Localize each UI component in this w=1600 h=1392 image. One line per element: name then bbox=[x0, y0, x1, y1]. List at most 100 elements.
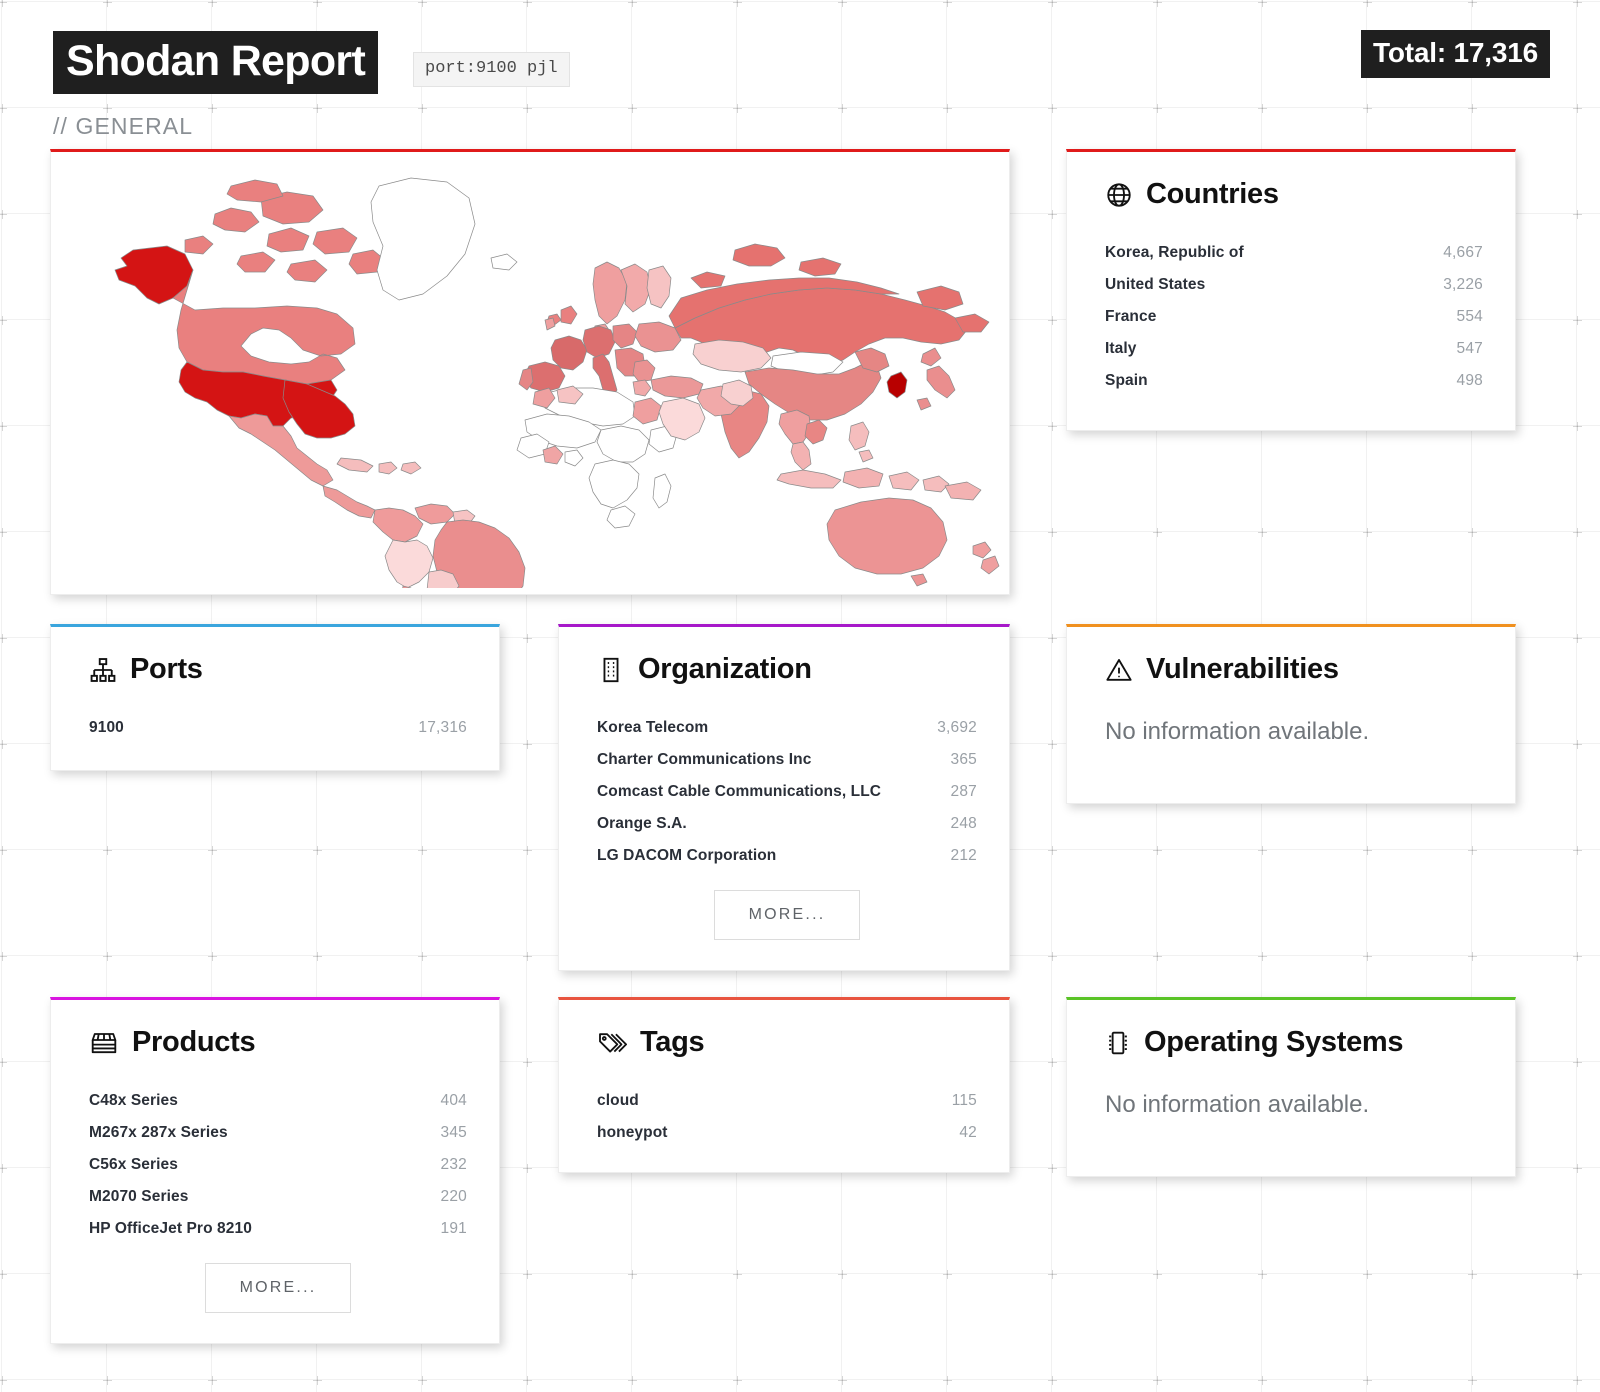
store-icon bbox=[89, 1029, 119, 1057]
countries-card: Countries Korea, Republic of 4,667 Unite… bbox=[1066, 149, 1516, 431]
operating-systems-card-title: Operating Systems bbox=[1144, 1026, 1403, 1059]
list-item[interactable]: 9100 17,316 bbox=[89, 712, 467, 744]
operating-systems-empty-message: No information available. bbox=[1105, 1085, 1483, 1121]
section-slashes: // bbox=[53, 113, 68, 139]
products-card-title: Products bbox=[132, 1026, 255, 1059]
tags-list: cloud 115 honeypot 42 bbox=[597, 1085, 977, 1149]
list-item[interactable]: HP OfficeJet Pro 8210 191 bbox=[89, 1213, 467, 1245]
ports-list: 9100 17,316 bbox=[89, 712, 467, 744]
section-heading-label: GENERAL bbox=[75, 113, 193, 139]
products-card: Products C48x Series 404 M267x 287x Seri… bbox=[50, 997, 500, 1344]
organization-name: LG DACOM Corporation bbox=[597, 847, 776, 865]
organization-name: Comcast Cable Communications, LLC bbox=[597, 783, 881, 801]
country-count: 3,226 bbox=[1443, 276, 1483, 294]
globe-icon bbox=[1105, 181, 1133, 209]
product-name: C56x Series bbox=[89, 1156, 178, 1174]
organization-more-button[interactable]: MORE... bbox=[714, 890, 861, 940]
vulnerabilities-card-title: Vulnerabilities bbox=[1146, 653, 1339, 686]
organization-count: 287 bbox=[951, 783, 977, 801]
organization-card-header: Organization bbox=[597, 653, 977, 686]
country-count: 498 bbox=[1457, 372, 1483, 390]
organization-name: Charter Communications Inc bbox=[597, 751, 811, 769]
port-count: 17,316 bbox=[418, 719, 467, 737]
countries-card-header: Countries bbox=[1105, 178, 1483, 211]
product-count: 232 bbox=[441, 1156, 467, 1174]
list-item[interactable]: LG DACOM Corporation 212 bbox=[597, 840, 977, 872]
ports-card: Ports 9100 17,316 bbox=[50, 624, 500, 771]
products-more-button[interactable]: MORE... bbox=[205, 1263, 352, 1313]
chip-icon bbox=[1105, 1029, 1131, 1057]
product-name: M267x 287x Series bbox=[89, 1124, 228, 1142]
list-item[interactable]: Charter Communications Inc 365 bbox=[597, 744, 977, 776]
world-map-chart[interactable] bbox=[51, 152, 1009, 594]
world-map-svg bbox=[55, 158, 1005, 588]
list-item[interactable]: M267x 287x Series 345 bbox=[89, 1117, 467, 1149]
country-name: France bbox=[1105, 308, 1156, 326]
country-name: Italy bbox=[1105, 340, 1137, 358]
search-query-tag: port:9100 pjl bbox=[413, 52, 570, 87]
countries-card-title: Countries bbox=[1146, 178, 1279, 211]
ports-card-title: Ports bbox=[130, 653, 203, 686]
tag-name: cloud bbox=[597, 1092, 639, 1110]
page-title: Shodan Report bbox=[53, 31, 378, 94]
section-heading-general: // GENERAL bbox=[53, 113, 193, 140]
total-results-badge: Total: 17,316 bbox=[1361, 30, 1550, 78]
country-name: Spain bbox=[1105, 372, 1148, 390]
product-count: 191 bbox=[441, 1220, 467, 1238]
product-count: 345 bbox=[441, 1124, 467, 1142]
product-count: 404 bbox=[441, 1092, 467, 1110]
list-item[interactable]: Korea Telecom 3,692 bbox=[597, 712, 977, 744]
tag-count: 42 bbox=[959, 1124, 977, 1142]
list-item[interactable]: M2070 Series 220 bbox=[89, 1181, 467, 1213]
list-item[interactable]: C48x Series 404 bbox=[89, 1085, 467, 1117]
page-header: Shodan Report port:9100 pjl Total: 17,31… bbox=[0, 0, 1600, 100]
vulnerabilities-empty-message: No information available. bbox=[1105, 712, 1483, 748]
list-item[interactable]: Comcast Cable Communications, LLC 287 bbox=[597, 776, 977, 808]
product-count: 220 bbox=[441, 1188, 467, 1206]
organization-card-title: Organization bbox=[638, 653, 812, 686]
organization-name: Korea Telecom bbox=[597, 719, 708, 737]
ports-card-header: Ports bbox=[89, 653, 467, 686]
organization-count: 365 bbox=[951, 751, 977, 769]
operating-systems-card: Operating Systems No information availab… bbox=[1066, 997, 1516, 1177]
tags-card-header: Tags bbox=[597, 1026, 977, 1059]
country-count: 4,667 bbox=[1443, 244, 1483, 262]
list-item[interactable]: honeypot 42 bbox=[597, 1117, 977, 1149]
organization-count: 3,692 bbox=[937, 719, 977, 737]
port-number: 9100 bbox=[89, 719, 124, 737]
list-item[interactable]: Italy 547 bbox=[1105, 333, 1483, 365]
products-more-wrap: MORE... bbox=[89, 1263, 467, 1313]
products-list: C48x Series 404 M267x 287x Series 345 C5… bbox=[89, 1085, 467, 1245]
list-item[interactable]: Korea, Republic of 4,667 bbox=[1105, 237, 1483, 269]
country-count: 554 bbox=[1457, 308, 1483, 326]
tag-count: 115 bbox=[952, 1092, 977, 1110]
vulnerabilities-card-header: Vulnerabilities bbox=[1105, 653, 1483, 686]
organization-card: Organization Korea Telecom 3,692 Charter… bbox=[558, 624, 1010, 971]
country-name: United States bbox=[1105, 276, 1205, 294]
tags-card: Tags cloud 115 honeypot 42 bbox=[558, 997, 1010, 1173]
sitemap-icon bbox=[89, 656, 117, 684]
list-item[interactable]: France 554 bbox=[1105, 301, 1483, 333]
operating-systems-card-header: Operating Systems bbox=[1105, 1026, 1483, 1059]
product-name: C48x Series bbox=[89, 1092, 178, 1110]
world-map-card bbox=[50, 149, 1010, 595]
list-item[interactable]: Orange S.A. 248 bbox=[597, 808, 977, 840]
organization-name: Orange S.A. bbox=[597, 815, 687, 833]
country-count: 547 bbox=[1457, 340, 1483, 358]
organization-count: 212 bbox=[951, 847, 977, 865]
organization-count: 248 bbox=[951, 815, 977, 833]
tags-icon bbox=[597, 1029, 627, 1057]
product-name: M2070 Series bbox=[89, 1188, 188, 1206]
product-name: HP OfficeJet Pro 8210 bbox=[89, 1220, 252, 1238]
list-item[interactable]: United States 3,226 bbox=[1105, 269, 1483, 301]
products-card-header: Products bbox=[89, 1026, 467, 1059]
list-item[interactable]: Spain 498 bbox=[1105, 365, 1483, 397]
countries-list: Korea, Republic of 4,667 United States 3… bbox=[1105, 237, 1483, 397]
list-item[interactable]: C56x Series 232 bbox=[89, 1149, 467, 1181]
shodan-report-page: Shodan Report port:9100 pjl Total: 17,31… bbox=[0, 0, 1600, 1392]
list-item[interactable]: cloud 115 bbox=[597, 1085, 977, 1117]
organization-list: Korea Telecom 3,692 Charter Communicatio… bbox=[597, 712, 977, 872]
country-name: Korea, Republic of bbox=[1105, 244, 1244, 262]
warning-triangle-icon bbox=[1105, 656, 1133, 684]
organization-more-wrap: MORE... bbox=[597, 890, 977, 940]
